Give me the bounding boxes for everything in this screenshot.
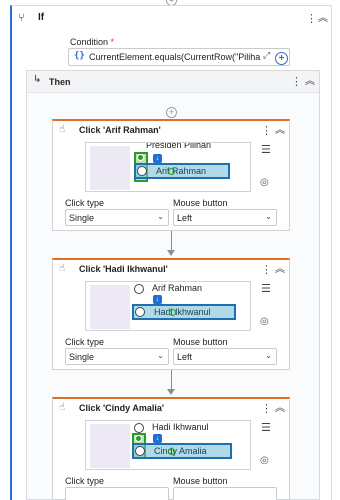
chevron-down-icon: ⌄: [265, 351, 272, 360]
click-activity-icon: ☝: [59, 263, 66, 274]
target-highlight: Hadi Ikhwanul: [132, 304, 236, 320]
condition-add-icon[interactable]: +: [275, 52, 288, 65]
activity-title: Click 'Arif Rahman': [79, 125, 161, 135]
then-title: Then: [49, 77, 71, 87]
screenshot-context-text: Hadi Ikhwanul: [152, 422, 209, 432]
target-pin-icon: ↓: [153, 434, 162, 443]
if-collapse-icon[interactable]: ︽: [317, 13, 329, 25]
activity-collapse-icon[interactable]: ︽: [274, 264, 286, 276]
if-more-options-icon[interactable]: ⋮: [306, 12, 317, 26]
activity-header: ☝ Click 'Arif Rahman' ⋮ ︽: [53, 121, 289, 139]
chevron-down-icon: ⌄: [157, 212, 164, 221]
activity-more-options-icon[interactable]: ⋮: [261, 124, 272, 138]
if-branch-icon: ⑂: [18, 11, 25, 24]
mouse-button-label: Mouse button: [173, 476, 228, 486]
radio-option-icon: [137, 166, 147, 176]
target-screenshot[interactable]: Presiden Pilihan ↓ Arif Rahman: [85, 142, 251, 192]
mouse-button-select[interactable]: Left ⌄: [173, 209, 277, 226]
click-type-value: Single: [69, 213, 95, 223]
target-menu-icon[interactable]: ☰: [261, 144, 272, 155]
flow-arrow-icon: [167, 250, 175, 256]
then-more-options-icon[interactable]: ⋮: [291, 75, 302, 89]
target-pin-icon: ↓: [153, 295, 162, 304]
activity-collapse-icon[interactable]: ︽: [274, 125, 286, 137]
click-activity-card[interactable]: ☝ Click 'Cindy Amalia' ⋮ ︽ Hadi Ikhwanul…: [52, 397, 290, 500]
screenshot-thumbnail: [90, 146, 130, 190]
screenshot-target-text: Cindy Amalia: [154, 446, 207, 456]
activity-more-options-icon[interactable]: ⋮: [261, 263, 272, 277]
expression-braces-icon[interactable]: {}: [74, 51, 85, 61]
click-activity-card[interactable]: ☝ Click 'Hadi Ikhwanul' ⋮ ︽ Arif Rahman …: [52, 258, 290, 370]
click-type-label: Click type: [65, 198, 105, 208]
click-activity-icon: ☝: [59, 124, 66, 135]
radio-option-icon: [134, 284, 144, 294]
screenshot-context-text: Presiden Pilihan: [146, 142, 212, 150]
then-header: ↳ Then ⋮ ︽: [27, 71, 319, 93]
condition-value[interactable]: CurrentElement.equals(CurrentRow("Piliha: [89, 52, 261, 62]
then-collapse-icon[interactable]: ︽: [304, 76, 316, 88]
click-type-select[interactable]: [65, 487, 169, 500]
flow-connector: [171, 231, 172, 252]
condition-label: Condition *: [70, 37, 114, 47]
activity-header: ☝ Click 'Cindy Amalia' ⋮ ︽: [53, 399, 289, 417]
click-type-select[interactable]: Single ⌄: [65, 209, 169, 226]
mouse-button-label: Mouse button: [173, 337, 228, 347]
click-type-label: Click type: [65, 476, 105, 486]
mouse-button-value: Left: [177, 213, 193, 223]
if-title: If: [38, 12, 45, 23]
click-point-icon: [168, 168, 175, 175]
target-menu-icon[interactable]: ☰: [261, 283, 272, 294]
flow-connector: [171, 370, 172, 391]
click-type-select[interactable]: Single ⌄: [65, 348, 169, 365]
then-arrow-icon: ↳: [33, 74, 42, 85]
radio-option-icon: [135, 307, 145, 317]
click-activity-card[interactable]: ☝ Click 'Arif Rahman' ⋮ ︽ Presiden Pilih…: [52, 119, 290, 231]
chevron-down-icon: ⌄: [265, 212, 272, 221]
screenshot-thumbnail: [90, 285, 130, 329]
anchor-marker-icon: [135, 435, 142, 442]
target-highlight: Arif Rahman: [134, 163, 230, 179]
indicate-target-icon[interactable]: ◎: [260, 455, 272, 467]
click-point-icon: [168, 448, 175, 455]
activity-collapse-icon[interactable]: ︽: [274, 403, 286, 415]
indicate-target-icon[interactable]: ◎: [260, 316, 272, 328]
flow-arrow-icon: [167, 389, 175, 395]
if-header: ⑂ If ⋮ ︽: [12, 6, 332, 30]
click-type-value: Single: [69, 352, 95, 362]
expand-editor-icon[interactable]: ⤢: [263, 51, 270, 61]
target-pin-icon: ↓: [153, 154, 162, 163]
target-screenshot[interactable]: Hadi Ikhwanul ↓ Cindy Amalia: [85, 420, 251, 470]
click-type-label: Click type: [65, 337, 105, 347]
condition-label-text: Condition: [70, 37, 109, 47]
screenshot-context-text: Arif Rahman: [152, 283, 203, 293]
anchor-marker-icon: [137, 154, 144, 161]
mouse-button-select[interactable]: Left ⌄: [173, 348, 277, 365]
activity-title: Click 'Cindy Amalia': [79, 403, 164, 413]
radio-option-icon: [135, 446, 145, 456]
activity-more-options-icon[interactable]: ⋮: [261, 402, 272, 416]
screenshot-target-text: Hadi Ikhwanul: [154, 307, 211, 317]
condition-field[interactable]: {} CurrentElement.equals(CurrentRow("Pil…: [68, 48, 290, 66]
mouse-button-value: Left: [177, 352, 193, 362]
activity-title: Click 'Hadi Ikhwanul': [79, 264, 168, 274]
screenshot-thumbnail: [90, 424, 130, 468]
screenshot-target-text: Arif Rahman: [156, 166, 207, 176]
target-screenshot[interactable]: Arif Rahman ↓ Hadi Ikhwanul: [85, 281, 251, 331]
add-activity-icon[interactable]: +: [166, 107, 177, 118]
activity-header: ☝ Click 'Hadi Ikhwanul' ⋮ ︽: [53, 260, 289, 278]
mouse-button-select[interactable]: [173, 487, 277, 500]
target-highlight: Cindy Amalia: [132, 443, 232, 459]
radio-option-icon: [134, 423, 144, 433]
required-marker: *: [110, 37, 115, 47]
click-point-icon: [169, 309, 176, 316]
mouse-button-label: Mouse button: [173, 198, 228, 208]
click-activity-icon: ☝: [59, 402, 66, 413]
chevron-down-icon: ⌄: [157, 351, 164, 360]
target-menu-icon[interactable]: ☰: [261, 422, 272, 433]
indicate-target-icon[interactable]: ◎: [260, 177, 272, 189]
